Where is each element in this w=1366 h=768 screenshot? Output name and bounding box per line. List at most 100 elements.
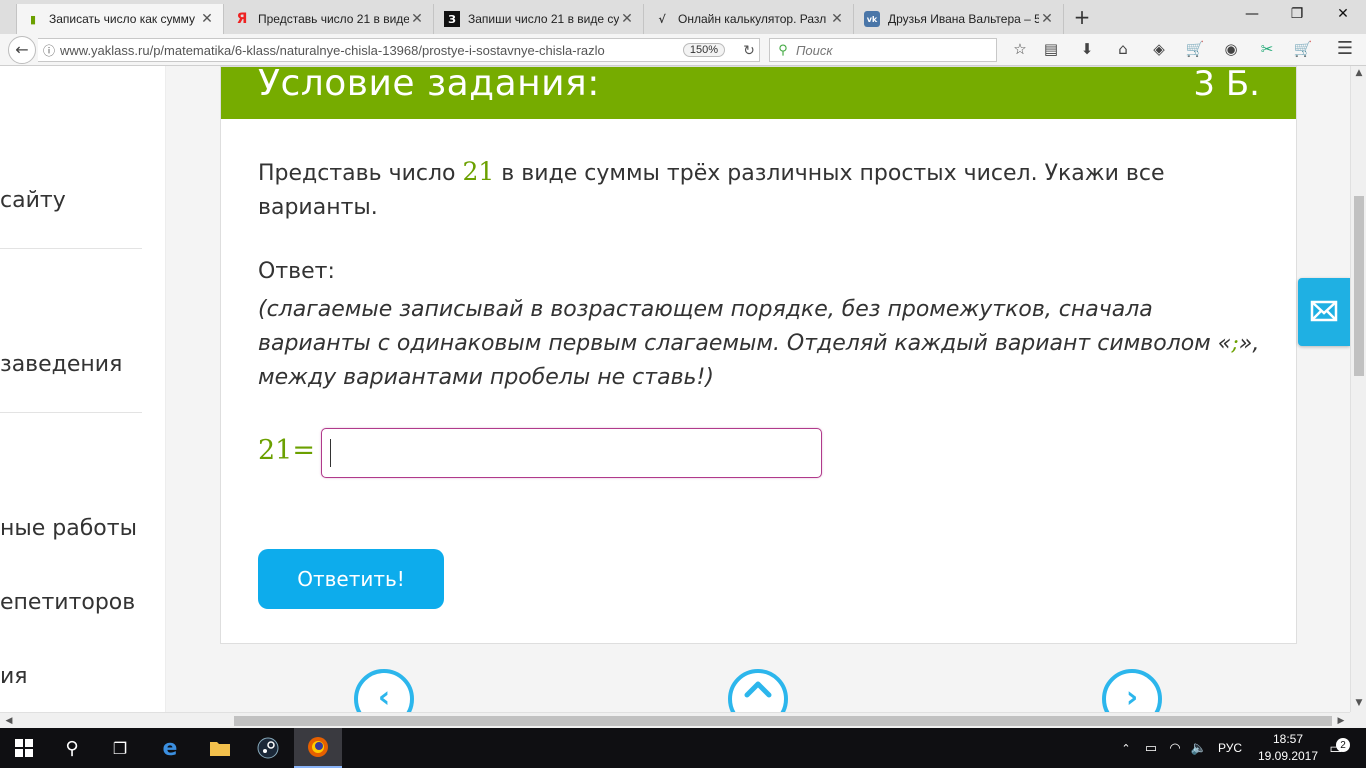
- vertical-scroll-thumb[interactable]: [1354, 196, 1364, 376]
- question-text: Представь число 21 в виде суммы трёх раз…: [258, 157, 1165, 220]
- task-title: Условие задания:: [258, 66, 600, 104]
- tab-znanija[interactable]: З Запиши число 21 в виде су ✕: [436, 4, 644, 34]
- cart-extension-icon[interactable]: 🛒: [1292, 38, 1314, 60]
- address-bar[interactable]: ⓘ www.yaklass.ru/p/matematika/6-klass/na…: [38, 38, 760, 62]
- vertical-scrollbar[interactable]: ▲ ▼: [1350, 66, 1366, 712]
- next-task-button[interactable]: ›: [1102, 669, 1162, 712]
- sidebar-item-works[interactable]: ные работы: [0, 516, 137, 541]
- notification-count-badge: 2: [1336, 738, 1350, 752]
- firefox-icon[interactable]: [294, 728, 342, 768]
- sidebar-item-other[interactable]: ия: [0, 664, 28, 689]
- tab-title: Онлайн калькулятор. Разл: [678, 12, 827, 26]
- language-indicator[interactable]: РУС: [1212, 728, 1248, 768]
- browser-tab-strip: ▮ Записать число как сумму ✕ Я Представь…: [0, 0, 1366, 34]
- tab-yaklass[interactable]: ▮ Записать число как сумму ✕: [16, 4, 224, 34]
- menu-icon[interactable]: ☰: [1334, 38, 1356, 60]
- tab-yandex[interactable]: Я Представь число 21 в виде ✕: [226, 4, 434, 34]
- search-icon: ⚲: [778, 42, 788, 57]
- windows-logo-icon: [15, 739, 33, 757]
- feedback-mail-button[interactable]: [1298, 278, 1350, 346]
- steam-icon[interactable]: [244, 728, 292, 768]
- task-points: 3 Б.: [1193, 66, 1260, 104]
- question-number: 21: [462, 157, 495, 186]
- close-icon[interactable]: ✕: [1039, 11, 1055, 27]
- znanija-icon: З: [444, 11, 460, 27]
- task-header: Условие задания: 3 Б.: [221, 66, 1296, 119]
- chevron-up-icon: [744, 681, 772, 698]
- folder-icon: [210, 742, 230, 756]
- extension-icon[interactable]: ◉: [1220, 38, 1242, 60]
- close-icon[interactable]: ✕: [619, 11, 635, 27]
- yandex-icon: Я: [236, 11, 248, 27]
- submit-button[interactable]: Ответить!: [258, 549, 444, 609]
- answer-input[interactable]: [321, 428, 822, 478]
- clock[interactable]: 18:57 19.09.2017: [1256, 731, 1320, 765]
- url-text[interactable]: www.yaklass.ru/p/matematika/6-klass/natu…: [60, 43, 683, 58]
- search-box[interactable]: ⚲ Поиск: [769, 38, 997, 62]
- windows-taskbar: ⚲ ❐ e ⌃ ▭ ◠ 🔈 РУС 18:57 19.09.2017 ▭ 2: [0, 728, 1366, 768]
- answer-hint: (слагаемые записывай в возрастающем поря…: [258, 297, 1260, 390]
- wifi-icon[interactable]: ◠: [1164, 728, 1186, 768]
- start-button[interactable]: [0, 728, 48, 768]
- new-tab-button[interactable]: +: [1072, 6, 1092, 28]
- tab-vk[interactable]: vk Друзья Ивана Вальтера – 5( ✕: [856, 4, 1064, 34]
- file-explorer-icon[interactable]: [196, 728, 244, 768]
- vk-icon: vk: [864, 11, 880, 27]
- horizontal-scrollbar[interactable]: ◀ ▶: [0, 712, 1350, 728]
- cart-icon[interactable]: 🛒: [1184, 38, 1206, 60]
- sidebar-item-site[interactable]: сайту: [0, 188, 66, 213]
- battery-icon[interactable]: ▭: [1140, 728, 1162, 768]
- clock-date: 19.09.2017: [1257, 749, 1319, 763]
- search-icon[interactable]: ⚲: [48, 728, 96, 768]
- horizontal-scroll-thumb[interactable]: [234, 716, 1332, 726]
- scroll-up-button[interactable]: [728, 669, 788, 712]
- volume-icon[interactable]: 🔈: [1188, 728, 1210, 768]
- edge-browser-icon[interactable]: e: [146, 728, 194, 768]
- task-card: Условие задания: 3 Б. Представь число 21…: [220, 66, 1297, 644]
- bookmark-star-icon[interactable]: ☆: [1009, 38, 1031, 60]
- tab-title: Друзья Ивана Вальтера – 5(: [888, 12, 1039, 26]
- reload-icon[interactable]: ↻: [739, 42, 759, 59]
- zoom-indicator[interactable]: 150%: [682, 43, 725, 57]
- answer-label: Ответ:: [258, 259, 335, 284]
- scroll-down-arrow-icon[interactable]: ▼: [1351, 696, 1366, 710]
- sidebar-divider: [0, 248, 142, 249]
- text-caret: [330, 439, 331, 467]
- close-window-button[interactable]: ✕: [1320, 4, 1366, 26]
- steam-logo-icon: [257, 737, 279, 759]
- sidebar-item-tutors[interactable]: епетиторов: [0, 590, 135, 615]
- task-view-icon[interactable]: ❐: [96, 728, 144, 768]
- info-icon[interactable]: ⓘ: [38, 42, 60, 59]
- tab-calculator[interactable]: √ Онлайн калькулятор. Разл ✕: [646, 4, 854, 34]
- previous-task-button[interactable]: ‹: [354, 669, 414, 712]
- minimize-button[interactable]: —: [1229, 4, 1275, 26]
- downloads-icon[interactable]: ⬇: [1076, 38, 1098, 60]
- back-button[interactable]: ←: [8, 36, 36, 64]
- envelope-icon: [1310, 300, 1338, 322]
- tab-title: Запиши число 21 в виде су: [468, 12, 619, 26]
- sidebar-item-institutions[interactable]: заведения: [0, 352, 122, 377]
- restore-button[interactable]: ❐: [1274, 4, 1320, 26]
- scroll-right-arrow-icon[interactable]: ▶: [1334, 713, 1348, 729]
- search-placeholder: Поиск: [796, 42, 833, 58]
- scroll-up-arrow-icon[interactable]: ▲: [1351, 66, 1366, 80]
- firefox-logo-icon: [308, 737, 328, 757]
- scroll-left-arrow-icon[interactable]: ◀: [2, 713, 16, 729]
- equation-label: 21=: [258, 435, 315, 466]
- tab-title: Записать число как сумму: [49, 12, 195, 26]
- home-icon[interactable]: ⌂: [1112, 38, 1134, 60]
- reading-list-icon[interactable]: ▤: [1040, 38, 1062, 60]
- close-icon[interactable]: ✕: [409, 11, 425, 27]
- tab-title: Представь число 21 в виде: [258, 12, 409, 26]
- pocket-icon[interactable]: ◈: [1148, 38, 1170, 60]
- yaklass-book-icon: ▮: [29, 12, 37, 26]
- tray-expand-icon[interactable]: ⌃: [1116, 728, 1136, 768]
- close-icon[interactable]: ✕: [199, 11, 215, 27]
- scrollbar-corner: [1350, 712, 1366, 728]
- calculator-icon: √: [658, 12, 666, 26]
- extension-tools-icon[interactable]: ✂: [1256, 38, 1278, 60]
- separator-symbol: ;: [1231, 331, 1239, 356]
- page-viewport: сайту заведения ные работы епетиторов ия…: [0, 66, 1350, 712]
- sidebar-divider: [0, 412, 142, 413]
- close-icon[interactable]: ✕: [829, 11, 845, 27]
